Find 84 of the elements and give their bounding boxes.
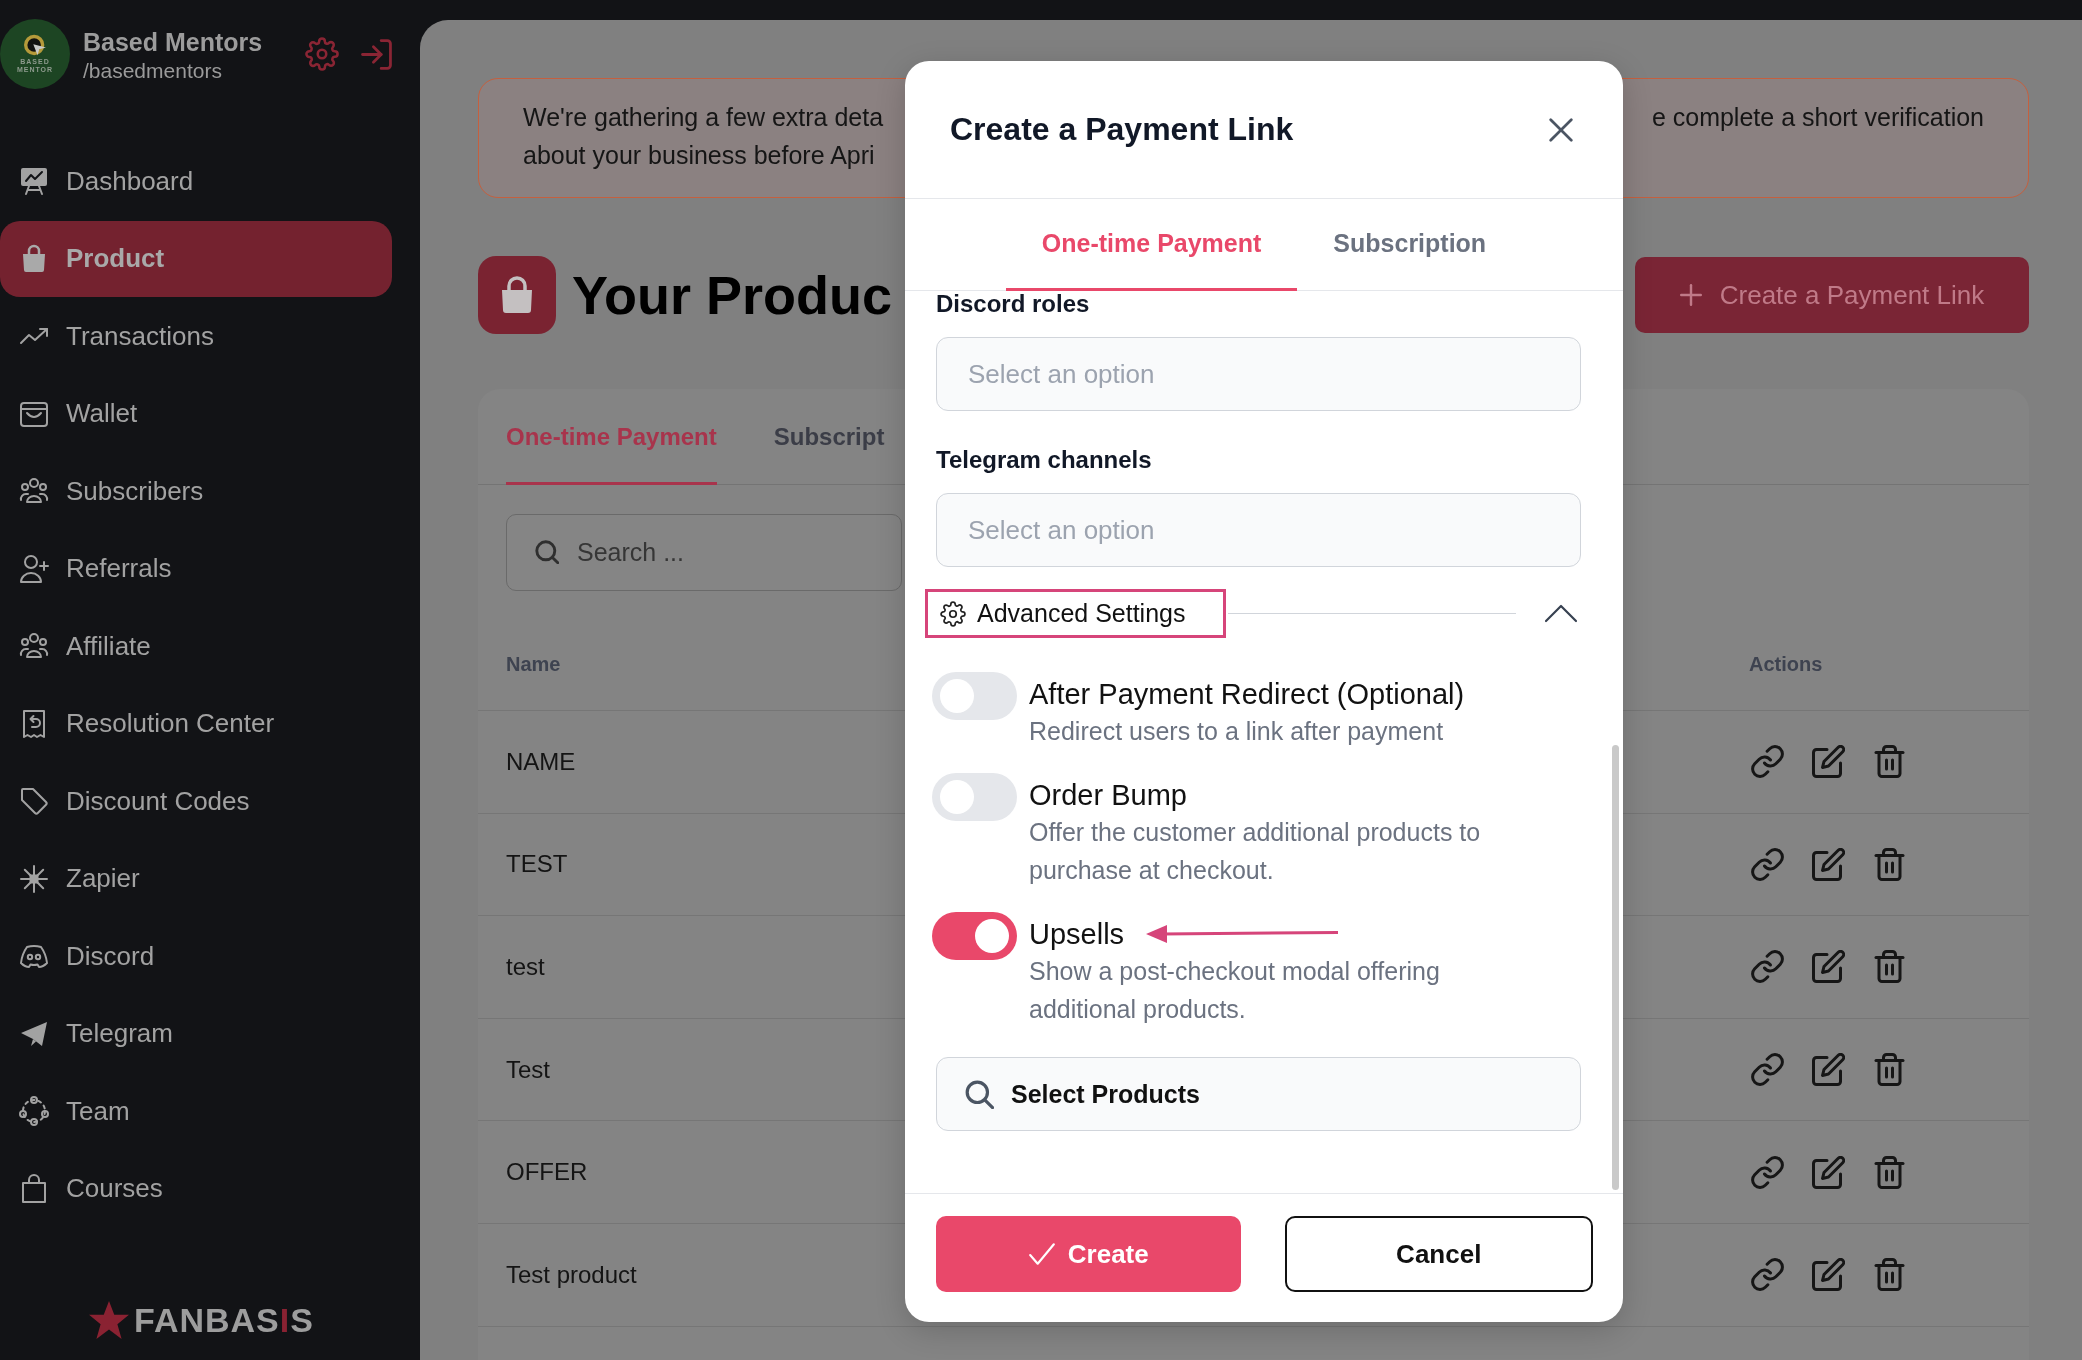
toggle-switch[interactable]	[932, 672, 1017, 720]
select-field[interactable]: Select an option	[936, 493, 1581, 567]
trash-icon[interactable]	[1873, 1258, 1906, 1292]
advanced-settings-button[interactable]: Advanced Settings	[925, 589, 1227, 638]
star-icon	[88, 1300, 130, 1340]
link-icon[interactable]	[1751, 1155, 1784, 1189]
person-plus-icon	[18, 552, 50, 585]
trash-icon[interactable]	[1873, 1155, 1906, 1189]
table-cell: NAME	[506, 747, 576, 776]
table-cell: OFFER	[506, 1158, 588, 1187]
nav-item[interactable]: Telegram	[0, 995, 392, 1072]
banner-text: We're gathering a few extra deta	[523, 102, 884, 133]
search-icon	[965, 1079, 994, 1109]
asterisk-icon	[18, 862, 50, 895]
nav-item[interactable]: Affiliate	[0, 608, 392, 684]
option-title: After Payment Redirect (Optional)	[1029, 677, 1465, 712]
nav-item[interactable]: Referrals	[0, 530, 392, 607]
nav-item[interactable]: Subscribers	[0, 453, 392, 529]
scrollbar-thumb[interactable]	[1612, 745, 1619, 1190]
edit-icon[interactable]	[1812, 745, 1845, 779]
nav-item[interactable]: Courses	[0, 1150, 392, 1227]
table-cell: TEST	[506, 850, 568, 879]
create-button[interactable]: Create	[936, 1216, 1241, 1292]
plus-icon	[1679, 284, 1702, 306]
tab[interactable]: Subscription	[1297, 199, 1523, 291]
nav-item[interactable]: Transactions	[0, 298, 392, 374]
banner-text: e complete a short verification	[1651, 102, 1984, 133]
nav-item[interactable]: Wallet	[0, 375, 392, 452]
nav-item[interactable]: Zapier	[0, 840, 392, 917]
close-icon[interactable]	[1549, 117, 1573, 142]
option-title: Order Bump	[1029, 778, 1187, 813]
toggle-switch[interactable]	[932, 773, 1017, 821]
link-icon[interactable]	[1751, 745, 1784, 779]
page-title: Your Produc	[572, 264, 893, 327]
option-description: Offer the customer additional products to purchase at checkout.	[1029, 817, 1482, 886]
field-label: Discord roles	[936, 291, 1091, 317]
link-icon[interactable]	[1751, 950, 1784, 984]
select-products-button[interactable]: Select Products	[936, 1057, 1581, 1131]
option-description: Redirect users to a link after payment	[1029, 716, 1444, 747]
banner-text: about your business before Apri	[523, 140, 875, 171]
chevron-icon[interactable]	[1544, 604, 1578, 623]
edit-icon[interactable]	[1812, 1155, 1845, 1189]
column-header: Actions	[1749, 653, 1823, 676]
tag-icon	[18, 785, 50, 817]
table-cell: Test product	[506, 1260, 637, 1289]
brand-name: FANBASIS	[134, 1300, 314, 1340]
field-label: Telegram channels	[936, 447, 1153, 473]
nav-item[interactable]: Discount Codes	[0, 763, 392, 839]
table-cell: test	[506, 953, 545, 981]
cancel-button[interactable]: Cancel	[1284, 1216, 1593, 1292]
option-title: Upsells	[1029, 917, 1125, 952]
select-field[interactable]: Select an option	[936, 337, 1581, 411]
link-icon[interactable]	[1751, 1053, 1784, 1087]
trash-icon[interactable]	[1873, 745, 1906, 779]
checkmark-icon	[1027, 1242, 1056, 1266]
logo-mark-icon	[23, 34, 47, 56]
tab[interactable]: One-time Payment	[1005, 199, 1298, 291]
option-description: Show a post-checkout modal offering additional products.	[1029, 956, 1441, 1025]
presentation-chart-icon	[18, 165, 50, 197]
nav-item[interactable]: Resolution Center	[0, 685, 392, 762]
link-icon[interactable]	[1751, 847, 1784, 881]
nav-item[interactable]: Dashboard	[0, 143, 392, 219]
search-field[interactable]: Search ...	[506, 514, 902, 591]
settings-icon	[940, 600, 966, 627]
toggle-switch[interactable]	[932, 912, 1017, 960]
edit-icon[interactable]	[1812, 847, 1845, 881]
trash-icon[interactable]	[1873, 847, 1906, 881]
nav-item[interactable]: Product	[0, 220, 392, 297]
trash-icon[interactable]	[1873, 1053, 1906, 1087]
link-icon[interactable]	[1751, 1258, 1784, 1292]
edit-icon[interactable]	[1812, 1258, 1845, 1292]
trash-icon[interactable]	[1873, 950, 1906, 984]
column-header: Name	[506, 653, 561, 676]
search-icon	[535, 540, 559, 564]
dialog-title: Create a Payment Link	[950, 111, 1294, 148]
table-cell: Test	[506, 1055, 550, 1084]
nav-item[interactable]: Discord	[0, 918, 392, 994]
edit-icon[interactable]	[1812, 950, 1845, 984]
account-name: Based Mentors	[83, 27, 263, 57]
nav-item[interactable]: Team	[0, 1073, 392, 1149]
shopping-bag-icon	[478, 256, 556, 334]
account-handle: /basedmentors	[83, 58, 223, 84]
edit-icon[interactable]	[1812, 1053, 1845, 1087]
people-circle-icon	[18, 1095, 50, 1127]
